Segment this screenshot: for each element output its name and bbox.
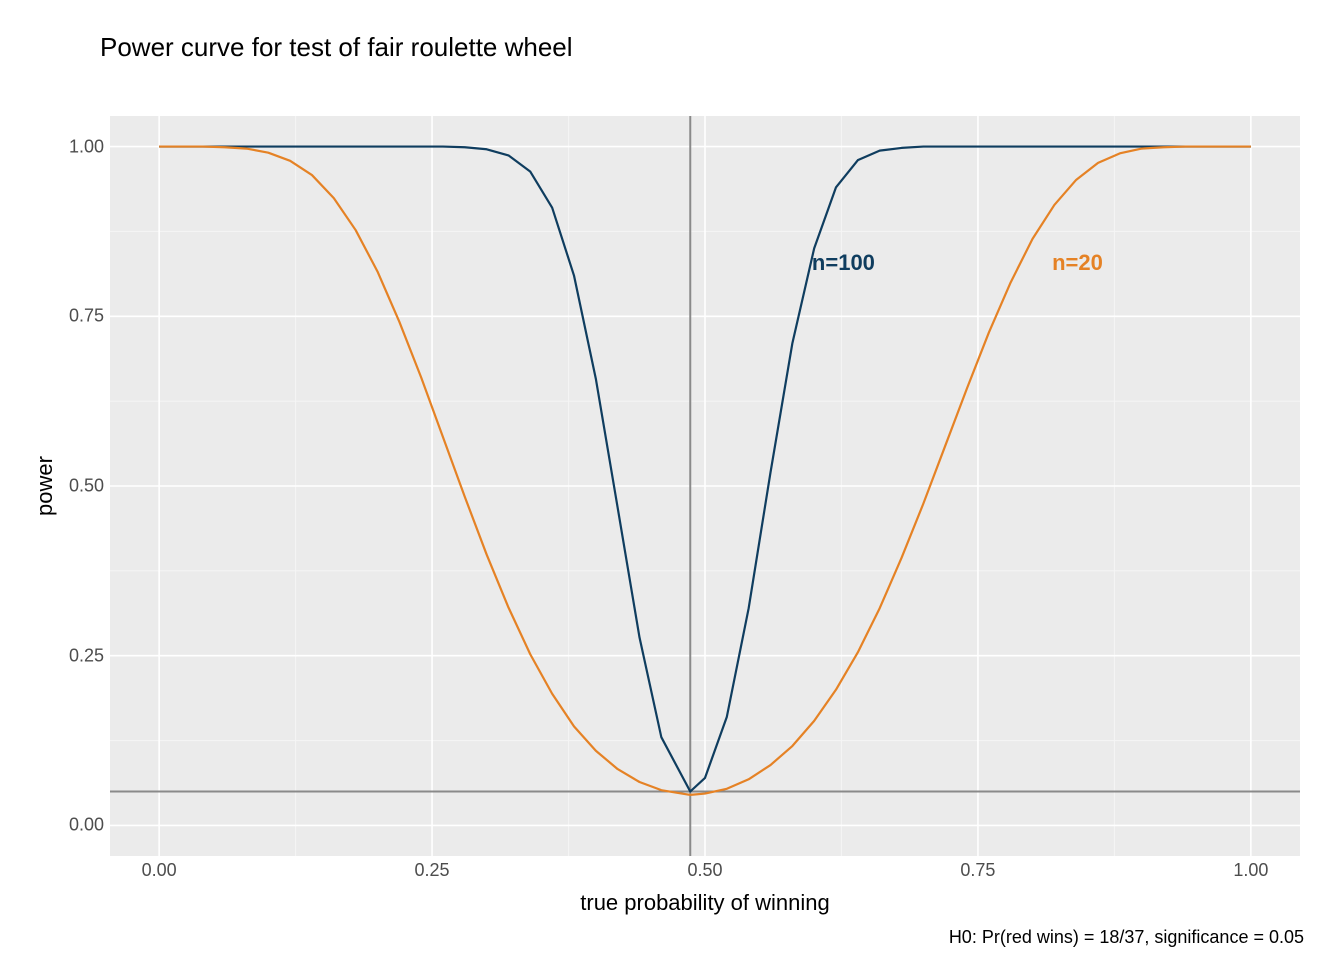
- series-label: n=100: [812, 250, 875, 276]
- y-axis-label: power: [30, 116, 60, 856]
- x-tick-label: 1.00: [1233, 860, 1268, 881]
- power-curve-chart: Power curve for test of fair roulette wh…: [0, 0, 1344, 960]
- series-label: n=20: [1052, 250, 1103, 276]
- y-tick-label: 0.50: [62, 476, 104, 497]
- y-tick-label: 0.25: [62, 645, 104, 666]
- y-tick-label: 0.75: [62, 306, 104, 327]
- x-tick-label: 0.75: [960, 860, 995, 881]
- x-tick-label: 0.25: [415, 860, 450, 881]
- x-tick-label: 0.00: [142, 860, 177, 881]
- y-tick-label: 1.00: [62, 136, 104, 157]
- x-axis-label: true probability of winning: [110, 890, 1300, 916]
- plot-svg: [110, 116, 1300, 856]
- x-tick-label: 0.50: [687, 860, 722, 881]
- chart-caption: H0: Pr(red wins) = 18/37, significance =…: [949, 927, 1304, 948]
- y-tick-label: 0.00: [62, 815, 104, 836]
- chart-title: Power curve for test of fair roulette wh…: [100, 32, 573, 63]
- plot-panel: [110, 116, 1300, 856]
